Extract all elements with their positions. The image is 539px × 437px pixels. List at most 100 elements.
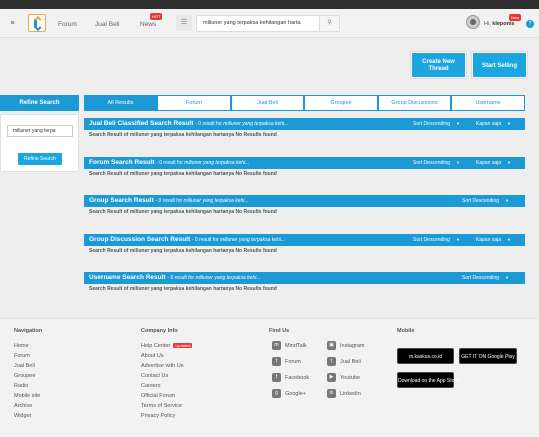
username: kleponis: [492, 21, 515, 27]
caret-down-icon: ▼: [455, 121, 460, 126]
footer-heading: Find Us: [269, 328, 290, 334]
grid-menu-icon[interactable]: ☰: [176, 15, 192, 31]
footer-link-official-forum[interactable]: Official Forum: [141, 391, 192, 401]
section-title: Group Discussion Search Result: [89, 236, 191, 243]
section-count: - 0 result for miliuner yang terpaksa ke…: [156, 160, 250, 166]
section-header: Group Search Result - 0 result for miliu…: [84, 195, 525, 207]
tab-group-discussions[interactable]: Group Discussions: [378, 95, 451, 111]
refine-search-panel: miliuner yang terpa Refine Search: [0, 114, 79, 172]
footer-company-info: Company Info Help Center Updated About Us…: [141, 328, 193, 421]
section-result-text: Search Result of miliuner yang terpaksa …: [84, 207, 525, 217]
social-facebook[interactable]: f Facebook: [272, 373, 309, 383]
greeting[interactable]: Hi, kleponis: [484, 21, 515, 27]
section-count: - 0 result for miliuner yang terpaksa ke…: [191, 237, 286, 243]
greeting-prefix: Hi,: [484, 21, 491, 27]
section-count: - 0 result for miliuner yang terpaksa ke…: [167, 275, 261, 281]
create-new-thread-button[interactable]: Create New Thread: [411, 52, 466, 78]
footer-link-groupee[interactable]: Groupee: [14, 371, 42, 381]
tab-all-results[interactable]: All Results: [84, 95, 157, 111]
footer-link-careers[interactable]: Careers: [141, 381, 192, 391]
footer-link-mobile-site[interactable]: Mobile site: [14, 391, 42, 401]
section-result-text: Search Result of miliuner yang terpaksa …: [84, 169, 525, 179]
nav-news[interactable]: News: [140, 21, 156, 28]
section-title: Group Search Result: [89, 197, 154, 204]
google-plus-icon: g: [272, 389, 281, 399]
footer-link-help-center[interactable]: Help Center Updated: [141, 341, 193, 351]
sort-dropdown[interactable]: Sort Descending ▼: [413, 160, 460, 166]
search-input[interactable]: miliuner yang terpaksa kehilangan harta: [203, 20, 321, 26]
social-twitter-forum[interactable]: t Forum: [272, 357, 301, 367]
search-icon[interactable]: ⚲: [319, 16, 339, 31]
start-selling-button[interactable]: Start Selling: [472, 52, 527, 78]
section-header: Jual Beli Classified Search Result - 0 r…: [84, 118, 525, 130]
app-store-badge[interactable]: Download on the App Store: [397, 372, 459, 388]
tab-forum[interactable]: Forum: [157, 95, 231, 111]
footer-link-advertise[interactable]: Advertise with Us: [141, 361, 192, 371]
caret-down-icon: ▼: [507, 237, 511, 242]
social-linkedin[interactable]: in LinkedIn: [327, 389, 361, 399]
caret-down-icon: ▼: [455, 237, 460, 242]
section-title: Forum Search Result: [89, 159, 155, 166]
footer-heading: Mobile: [397, 328, 415, 334]
social-twitter-jual-beli[interactable]: t Jual Beli: [327, 357, 361, 367]
footer-link-jual-beli[interactable]: Jual Beli: [14, 361, 42, 371]
footer-heading: Company Info: [141, 328, 178, 334]
footer-link-terms[interactable]: Terms of Service: [141, 401, 192, 411]
youtube-icon: ▶: [327, 373, 336, 383]
tab-groupee[interactable]: Groupee: [304, 95, 378, 111]
social-youtube[interactable]: ▶ Youtube: [327, 373, 360, 383]
footer-find-us: Find Us m MindTalk t Forum f Facebook g Goog…: [269, 328, 394, 428]
time-dropdown[interactable]: Kapan saja ▼: [476, 160, 511, 166]
caret-down-icon: ▼: [507, 121, 511, 126]
mindtalk-icon: m: [272, 341, 281, 351]
footer-link-about-us[interactable]: About Us: [141, 351, 192, 361]
section-title: Jual Beli Classified Search Result: [89, 120, 194, 127]
footer-link-radio[interactable]: Radio: [14, 381, 42, 391]
avatar[interactable]: [466, 15, 480, 29]
footer-link-widget[interactable]: Widget: [14, 411, 42, 421]
social-instagram[interactable]: ▣ Instagram: [327, 341, 364, 351]
new-badge: New: [509, 14, 522, 21]
footer: Navigation Home Forum Jual Beli Groupee …: [0, 318, 539, 437]
section-header: Group Discussion Search Result - 0 resul…: [84, 234, 525, 246]
footer-link-forum[interactable]: Forum: [14, 351, 42, 361]
footer-link-contact-us[interactable]: Contact Us: [141, 371, 192, 381]
search-box[interactable]: miliuner yang terpaksa kehilangan harta …: [196, 15, 340, 32]
nav-forum[interactable]: Forum: [58, 21, 77, 28]
sort-dropdown[interactable]: Sort Descending ▼: [462, 275, 509, 281]
hamburger-menu-icon[interactable]: ≡: [6, 18, 19, 29]
time-dropdown[interactable]: Kapan saja ▼: [476, 121, 511, 127]
sort-dropdown[interactable]: Sort Descending ▼: [413, 237, 460, 243]
caret-down-icon: ▼: [455, 160, 460, 165]
google-play-badge[interactable]: GET IT ON Google Play: [459, 348, 517, 364]
twitter-icon: t: [327, 357, 336, 367]
refine-search-input[interactable]: miliuner yang terpa: [7, 125, 73, 137]
result-tabs: All Results Forum Jual Beli Groupee Grou…: [84, 95, 525, 111]
nav-jual-beli[interactable]: Jual Beli: [95, 21, 120, 28]
kaskus-logo[interactable]: [28, 14, 46, 32]
top-strip: [0, 0, 539, 9]
refine-search-heading: Refine Search: [0, 95, 79, 111]
caret-down-icon: ▼: [507, 160, 511, 165]
section-result-text: Search Result of miliuner yang terpaksa …: [84, 246, 525, 256]
social-google-plus[interactable]: g Google+: [272, 389, 306, 399]
help-center-label: Help Center: [141, 343, 171, 349]
social-mindtalk[interactable]: m MindTalk: [272, 341, 307, 351]
mobile-site-badge[interactable]: m.kaskus.co.id: [397, 348, 454, 364]
instagram-icon: ▣: [327, 341, 336, 351]
tab-username[interactable]: Username: [451, 95, 525, 111]
refine-search-button[interactable]: Refine Search: [18, 153, 62, 165]
section-result-text: Search Result of miliuner yang terpaksa …: [84, 284, 525, 294]
footer-link-home[interactable]: Home: [14, 341, 42, 351]
section-title: Username Search Result: [89, 274, 166, 281]
help-icon[interactable]: ?: [526, 20, 534, 28]
tab-jual-beli[interactable]: Jual Beli: [231, 95, 304, 111]
sort-dropdown[interactable]: Sort Descending ▼: [413, 121, 460, 127]
footer-link-privacy[interactable]: Privacy Policy: [141, 411, 192, 421]
section-count: - 0 result for miliuner yang terpaksa ke…: [195, 121, 289, 127]
section-header: Forum Search Result - 0 result for miliu…: [84, 157, 525, 169]
caret-down-icon: ▼: [504, 198, 509, 203]
time-dropdown[interactable]: Kapan saja ▼: [476, 237, 511, 243]
sort-dropdown[interactable]: Sort Descending ▼: [462, 198, 509, 204]
footer-link-archive[interactable]: Archive: [14, 401, 42, 411]
